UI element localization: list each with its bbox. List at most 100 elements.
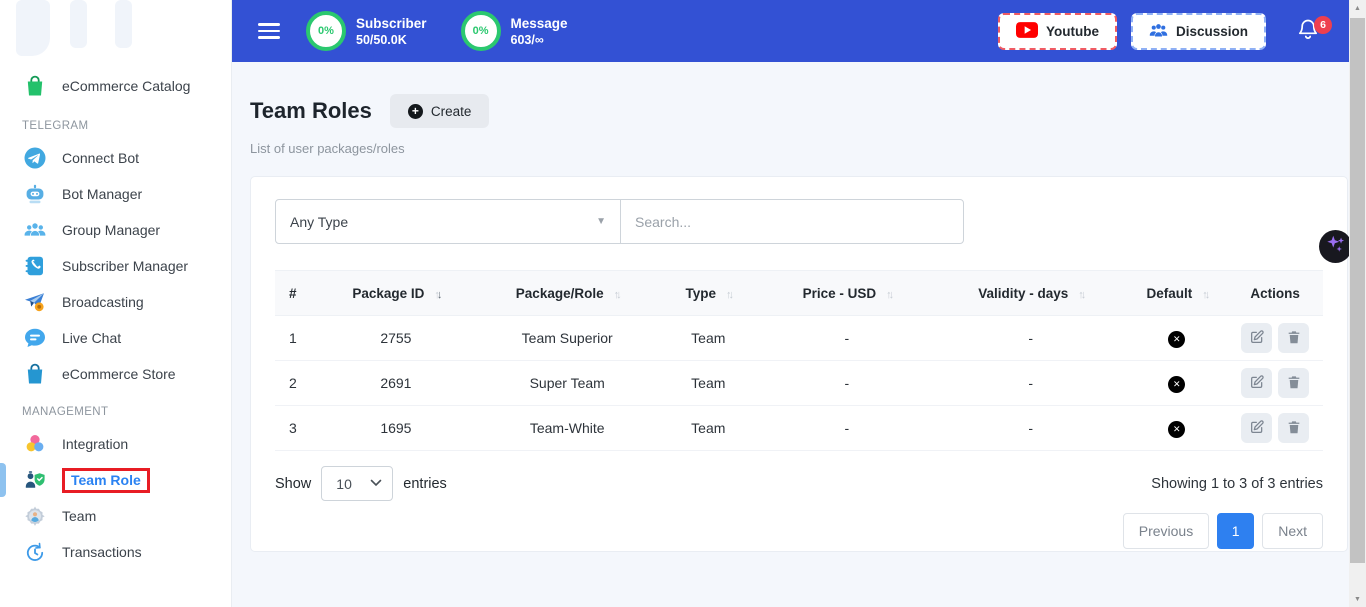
edit-button[interactable] xyxy=(1241,368,1272,398)
sidebar-item-broadcasting[interactable]: Broadcasting xyxy=(0,284,231,320)
cell--: 2 xyxy=(275,361,315,406)
telegram-icon xyxy=(22,145,48,171)
sort-arrows-icon: ↑↓ xyxy=(886,289,891,301)
discussion-button-label: Discussion xyxy=(1176,24,1248,39)
sidebar-item-integration[interactable]: Integration xyxy=(0,426,231,462)
ai-assistant-button[interactable] xyxy=(1319,230,1352,263)
sidebar-item-bot-manager[interactable]: Bot Manager xyxy=(0,176,231,212)
topbar-right: Youtube Discussion 6 xyxy=(998,13,1324,50)
logo-shape xyxy=(70,0,87,48)
column-header-package-role[interactable]: Package/Role ↑↓ xyxy=(477,271,658,316)
sidebar-item-subscriber-manager[interactable]: Subscriber Manager xyxy=(0,248,231,284)
shopping-bag-blue-icon xyxy=(22,361,48,387)
edit-icon xyxy=(1249,374,1265,393)
gear-user-icon xyxy=(22,503,48,529)
vertical-scrollbar[interactable]: ▲ ▼ xyxy=(1349,0,1366,607)
sidebar-item-ecommerce-catalog[interactable]: eCommerce Catalog xyxy=(0,66,231,106)
create-button-label: Create xyxy=(431,104,472,119)
sidebar-item-team[interactable]: Team xyxy=(0,498,231,534)
scrollbar-thumb[interactable] xyxy=(1350,18,1365,563)
progress-circle: 0% xyxy=(461,11,501,51)
search-input[interactable] xyxy=(620,199,964,244)
sort-arrows-icon: ↑↓ xyxy=(1078,289,1083,301)
column-label: Package/Role xyxy=(516,286,604,301)
notification-badge: 6 xyxy=(1314,16,1332,34)
logo-shape xyxy=(16,0,50,56)
trash-icon xyxy=(1286,329,1302,348)
trash-button[interactable] xyxy=(1278,323,1309,353)
cell-package-id: 2755 xyxy=(315,316,476,361)
edit-button[interactable] xyxy=(1241,413,1272,443)
column-header-package-id[interactable]: Package ID↑↓ xyxy=(315,271,476,316)
column-header--: # xyxy=(275,271,315,316)
chat-bubble-icon xyxy=(22,325,48,351)
page-size-value: 10 xyxy=(336,476,352,492)
edit-icon xyxy=(1249,419,1265,438)
trash-button[interactable] xyxy=(1278,368,1309,398)
sidebar-item-team-role[interactable]: Team Role xyxy=(0,462,231,498)
cell-price-usd: - xyxy=(759,316,935,361)
discussion-button[interactable]: Discussion xyxy=(1131,13,1266,50)
cell-validity-days: - xyxy=(935,361,1126,406)
main-area: 0%Subscriber50/50.0K0%Message603/∞ Youtu… xyxy=(232,0,1366,607)
next-page-button[interactable]: Next xyxy=(1262,513,1323,549)
show-entries-control: Show 10 entries xyxy=(275,466,447,501)
active-item-indicator xyxy=(0,463,6,497)
column-header-default[interactable]: Default↑↓ xyxy=(1126,271,1227,316)
progress-circle: 0% xyxy=(306,11,346,51)
create-button[interactable]: + Create xyxy=(390,94,490,128)
sidebar: eCommerce CatalogTELEGRAMConnect BotBot … xyxy=(0,0,232,607)
pagination: Previous 1 Next xyxy=(275,513,1323,549)
sidebar-section-label: MANAGEMENT xyxy=(0,392,231,426)
sidebar-item-transactions[interactable]: Transactions xyxy=(0,534,231,570)
youtube-button[interactable]: Youtube xyxy=(998,13,1117,50)
sidebar-item-connect-bot[interactable]: Connect Bot xyxy=(0,140,231,176)
table-row: 22691Super TeamTeam--✕ xyxy=(275,361,1323,406)
sidebar-item-live-chat[interactable]: Live Chat xyxy=(0,320,231,356)
page-title: Team Roles xyxy=(250,98,372,124)
notifications-button[interactable]: 6 xyxy=(1296,16,1324,46)
column-label: # xyxy=(289,286,297,301)
edit-icon xyxy=(1249,329,1265,348)
table-row: 31695Team-WhiteTeam--✕ xyxy=(275,406,1323,451)
entries-label: entries xyxy=(403,476,447,492)
sidebar-nav: eCommerce CatalogTELEGRAMConnect BotBot … xyxy=(0,60,231,570)
type-filter-value: Any Type xyxy=(290,214,348,230)
edit-button[interactable] xyxy=(1241,323,1272,353)
stat-value: 603/∞ xyxy=(511,33,568,47)
cell-type: Team xyxy=(658,316,759,361)
type-filter-select[interactable]: Any Type ▼ xyxy=(275,199,621,244)
cell-type: Team xyxy=(658,406,759,451)
page-size-select[interactable]: 10 xyxy=(321,466,393,501)
cell-type: Team xyxy=(658,361,759,406)
sidebar-section-label: TELEGRAM xyxy=(0,106,231,140)
column-label: Type xyxy=(686,286,717,301)
column-header-actions: Actions xyxy=(1227,271,1323,316)
column-header-validity-days[interactable]: Validity - days↑↓ xyxy=(935,271,1126,316)
scrollbar-up-arrow[interactable]: ▲ xyxy=(1349,0,1366,16)
previous-page-button[interactable]: Previous xyxy=(1123,513,1209,549)
sidebar-item-label: Live Chat xyxy=(62,330,121,346)
dropdown-arrow-icon: ▼ xyxy=(596,216,606,227)
page-1-button[interactable]: 1 xyxy=(1217,513,1254,549)
trash-button[interactable] xyxy=(1278,413,1309,443)
sidebar-item-ecommerce-store[interactable]: eCommerce Store xyxy=(0,356,231,392)
sidebar-item-label: Group Manager xyxy=(62,222,160,238)
cell--: 1 xyxy=(275,316,315,361)
cell-package-role: Team-White xyxy=(477,406,658,451)
sort-arrows-icon: ↑↓ xyxy=(1202,289,1207,301)
column-header-price-usd[interactable]: Price - USD↑↓ xyxy=(759,271,935,316)
scrollbar-down-arrow[interactable]: ▼ xyxy=(1349,591,1366,607)
times-circle-icon: ✕ xyxy=(1168,376,1185,393)
table-body: 12755Team SuperiorTeam--✕22691Super Team… xyxy=(275,316,1323,451)
sidebar-item-label: eCommerce Store xyxy=(62,366,176,382)
column-header-type[interactable]: Type↑↓ xyxy=(658,271,759,316)
stat-message: 0%Message603/∞ xyxy=(461,11,568,51)
table-card: Any Type ▼ # Package ID↑↓ Package/Role ↑↓ Ty… xyxy=(250,176,1348,552)
menu-toggle-button[interactable] xyxy=(258,19,280,43)
trash-icon xyxy=(1286,374,1302,393)
sort-arrows-icon: ↑↓ xyxy=(614,289,619,301)
column-label: Actions xyxy=(1250,286,1300,301)
clock-history-icon xyxy=(22,539,48,565)
sidebar-item-group-manager[interactable]: Group Manager xyxy=(0,212,231,248)
